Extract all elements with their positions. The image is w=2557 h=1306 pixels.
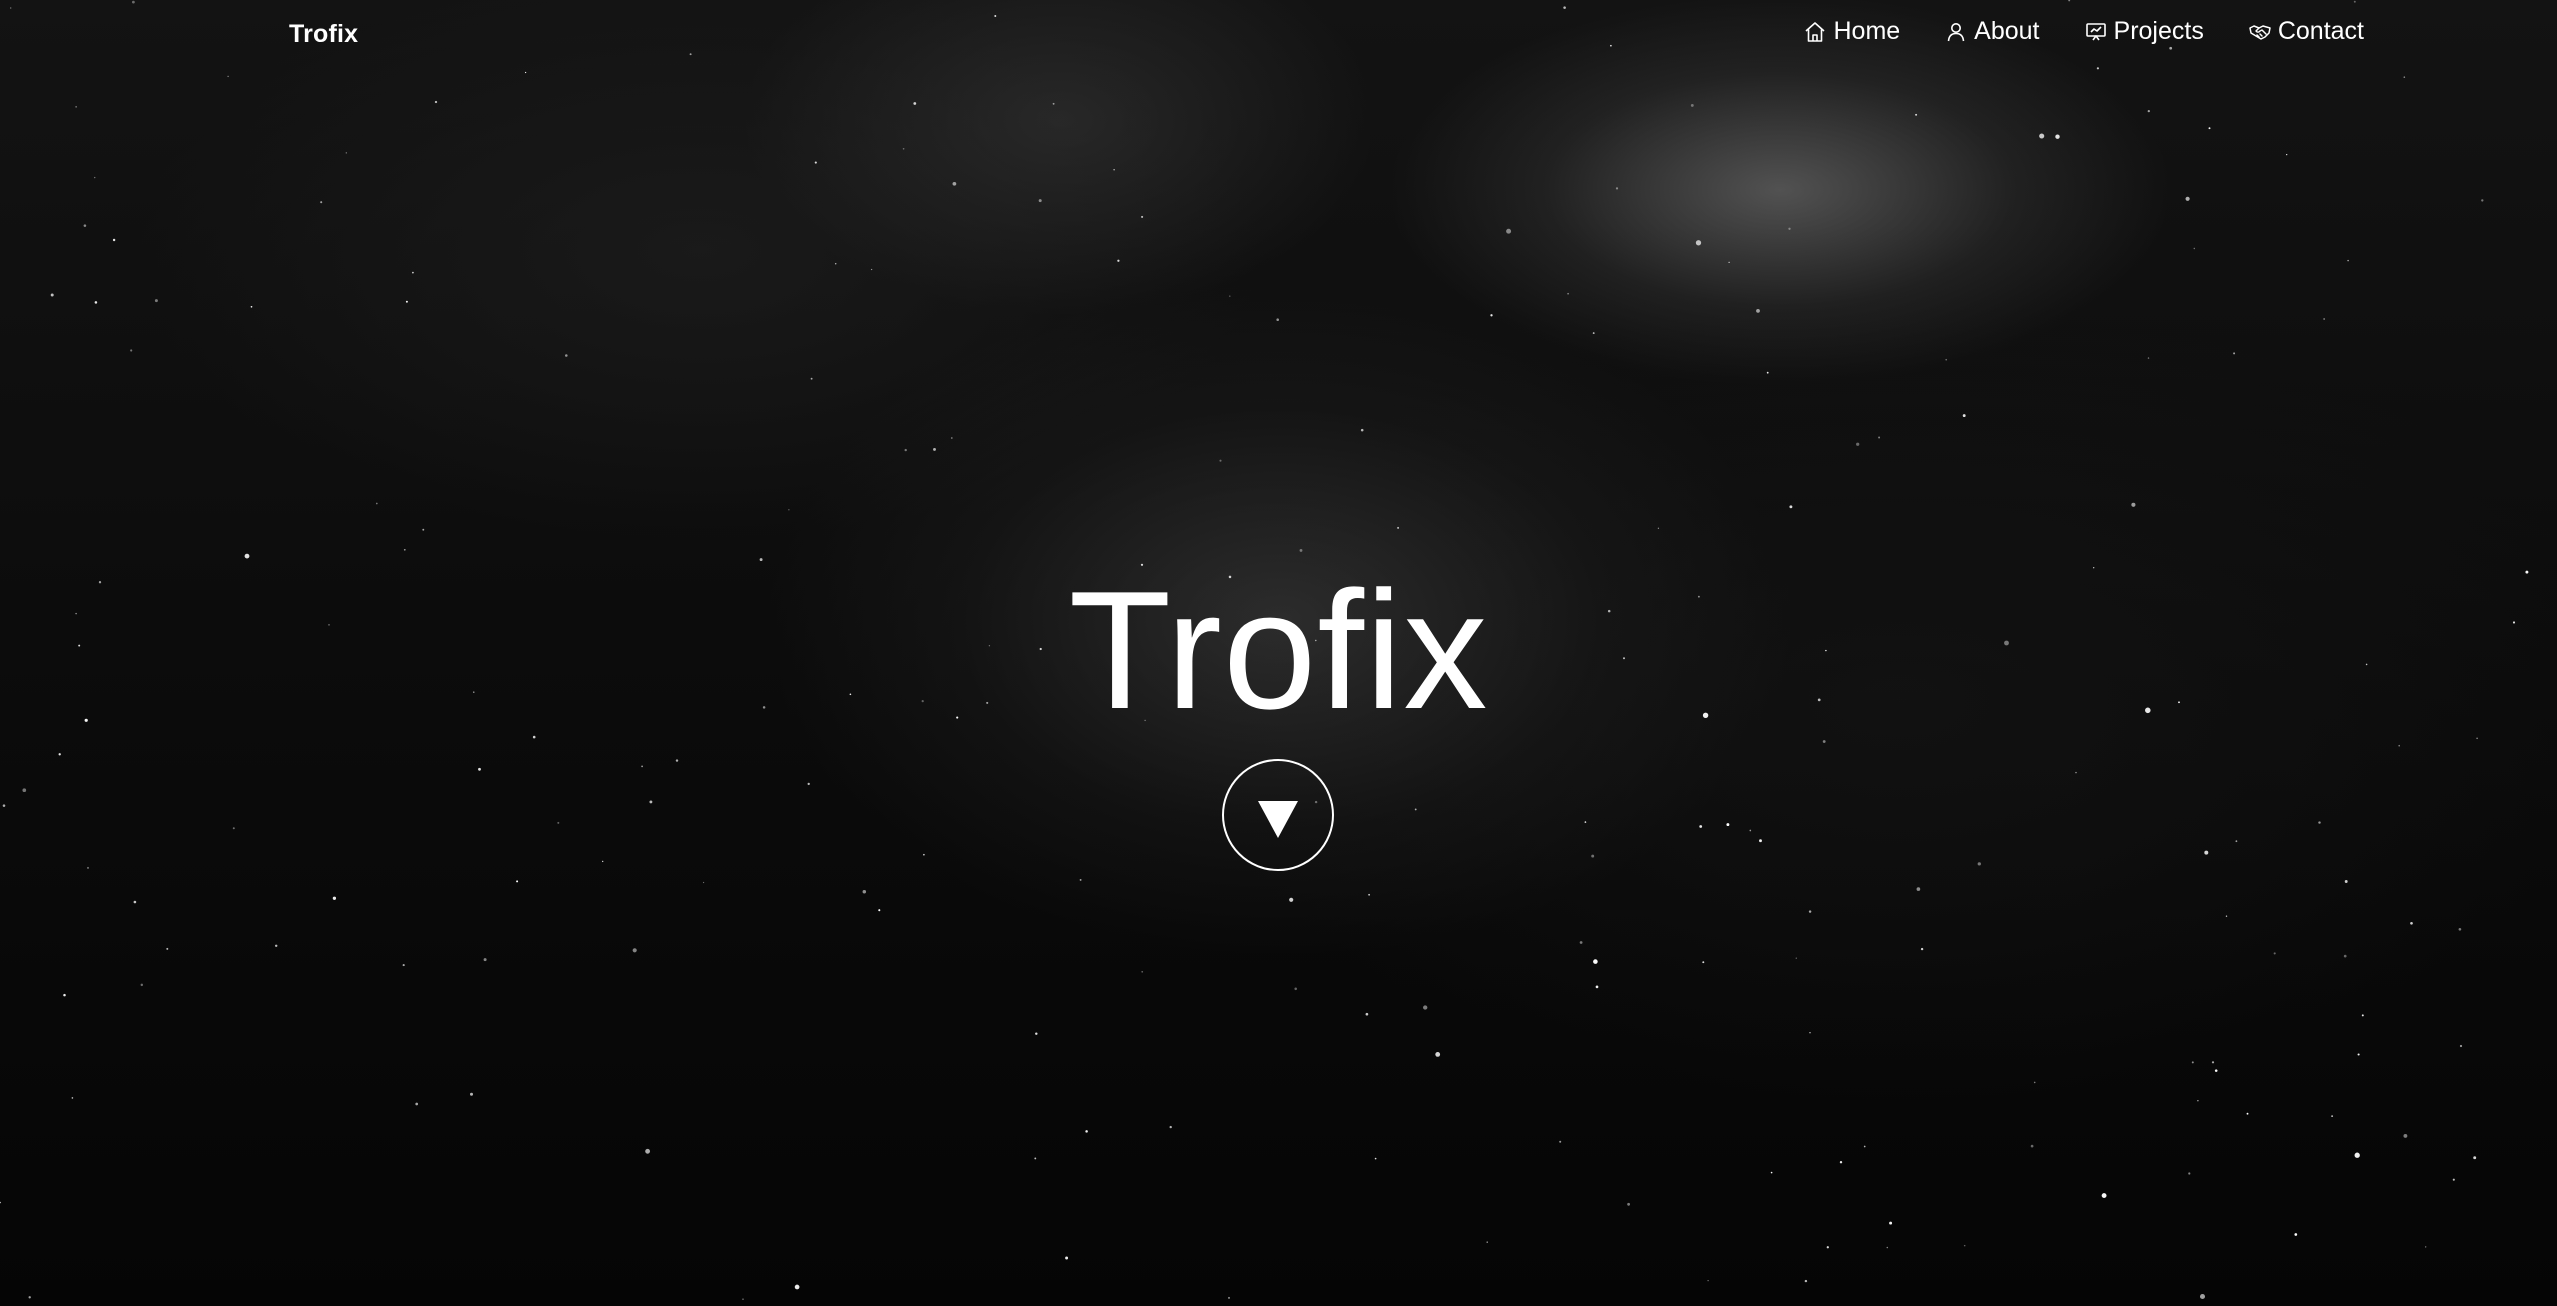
nav-item-projects[interactable]: Projects xyxy=(2084,17,2204,46)
nav-item-label: Contact xyxy=(2277,17,2364,45)
brand-logo-link[interactable]: Trofix xyxy=(289,20,358,49)
nav-item-home[interactable]: Home xyxy=(1803,17,1900,46)
nav-item-about[interactable]: About xyxy=(1944,17,2040,46)
nav-item-contact[interactable]: Contact xyxy=(2248,17,2364,46)
nav-item-label: Home xyxy=(1833,17,1901,45)
user-icon xyxy=(1944,20,1968,44)
nav-item-label: About xyxy=(1974,17,2040,45)
scroll-down-button[interactable] xyxy=(1222,759,1334,871)
presentation-icon xyxy=(2084,20,2108,44)
hero-title: Trofix xyxy=(1068,556,1489,744)
handshake-icon xyxy=(2248,20,2272,44)
nav-item-label: Projects xyxy=(2113,17,2204,45)
home-icon xyxy=(1803,20,1827,44)
main-nav: Home About Projects Contact xyxy=(1803,17,2364,46)
top-navbar: Trofix Home About Projects Contact xyxy=(0,0,2557,66)
